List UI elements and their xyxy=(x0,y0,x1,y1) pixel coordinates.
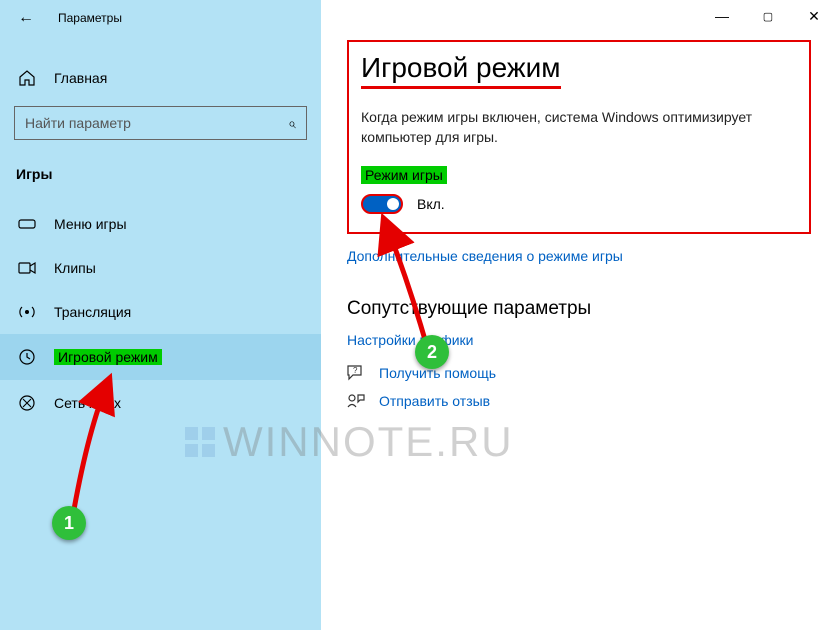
feedback-icon xyxy=(347,392,365,410)
sidebar-item-label: Игровой режим xyxy=(54,349,162,365)
sidebar-item-game-menu[interactable]: Меню игры xyxy=(0,202,321,246)
graphics-settings-link[interactable]: Настройки графики xyxy=(347,332,811,348)
nav-home[interactable]: Главная xyxy=(0,60,321,96)
clips-icon xyxy=(18,261,36,275)
gamemode-icon xyxy=(18,348,36,366)
broadcast-icon xyxy=(18,304,36,320)
nav-home-label: Главная xyxy=(54,70,107,86)
sidebar-item-label: Сеть Xbox xyxy=(54,395,121,411)
search-input[interactable] xyxy=(25,115,288,131)
sidebar-item-broadcast[interactable]: Трансляция xyxy=(0,290,321,334)
page-description: Когда режим игры включен, система Window… xyxy=(361,107,781,148)
toggle-label: Режим игры xyxy=(361,166,447,184)
section-title: Игры xyxy=(0,144,321,188)
sidebar-item-label: Клипы xyxy=(54,260,96,276)
get-help-link[interactable]: Получить помощь xyxy=(379,365,496,381)
home-icon xyxy=(18,70,36,86)
sidebar-item-label: Меню игры xyxy=(54,216,127,232)
back-button[interactable]: ← xyxy=(18,9,34,27)
page-title: Игровой режим xyxy=(361,52,561,89)
game-mode-toggle[interactable] xyxy=(361,194,403,214)
sidebar-item-game-mode[interactable]: Игровой режим xyxy=(0,334,321,380)
highlight-box: Игровой режим Когда режим игры включен, … xyxy=(347,40,811,234)
more-info-link[interactable]: Дополнительные сведения о режиме игры xyxy=(347,248,811,264)
sidebar-item-clips[interactable]: Клипы xyxy=(0,246,321,290)
gamebar-icon xyxy=(18,217,36,231)
xbox-icon xyxy=(18,394,36,412)
feedback-link[interactable]: Отправить отзыв xyxy=(379,393,490,409)
sidebar-item-label: Трансляция xyxy=(54,304,131,320)
search-box[interactable]: ⌕ xyxy=(14,106,307,140)
related-heading: Сопутствующие параметры xyxy=(347,298,811,320)
sidebar-item-xbox-network[interactable]: Сеть Xbox xyxy=(0,380,321,426)
svg-text:?: ? xyxy=(353,366,358,375)
window-title: Параметры xyxy=(58,11,122,25)
help-icon: ? xyxy=(347,364,365,382)
toggle-state: Вкл. xyxy=(417,196,445,212)
search-icon: ⌕ xyxy=(288,115,296,132)
